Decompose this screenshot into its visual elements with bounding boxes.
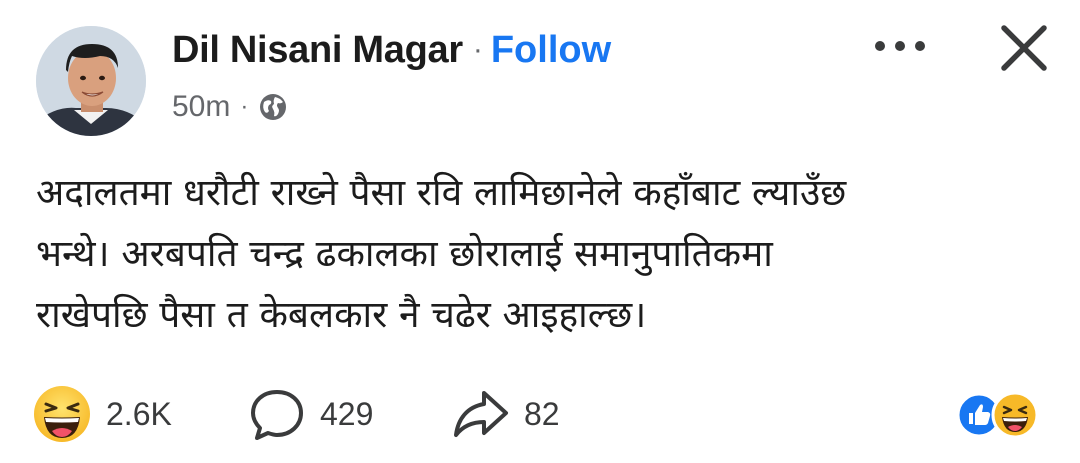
share-count: 82 (524, 395, 560, 432)
author-line: Dil Nisani Magar · Follow (172, 26, 611, 74)
comment-button[interactable]: 429 (248, 382, 373, 446)
engagement-bar: 2.6K 429 82 (0, 382, 1080, 446)
more-horizontal-icon (875, 41, 925, 51)
author-name[interactable]: Dil Nisani Magar (172, 29, 463, 72)
comment-icon (251, 390, 303, 440)
close-button[interactable] (996, 20, 1052, 76)
meta-separator: · (240, 93, 249, 120)
more-options-button[interactable] (868, 26, 932, 66)
post-meta: 50m · (172, 86, 288, 128)
close-icon (1001, 25, 1047, 71)
post-text-line: अदालतमा धरौटी राख्ने पैसा रवि लामिछानेले… (36, 171, 847, 214)
reaction-summary[interactable] (954, 390, 1054, 440)
post-timestamp[interactable]: 50m (172, 90, 230, 124)
haha-emoji-icon (34, 386, 90, 442)
avatar[interactable] (36, 26, 146, 136)
share-button[interactable]: 82 (452, 382, 560, 446)
globe-icon[interactable] (258, 92, 288, 122)
post-text-line: भन्थे। अरबपति चन्द्र ढकालका छोरालाई समान… (36, 232, 773, 275)
post-text-line: राखेपछि पैसा त केबलकार नै चढेर आइहाल्छ। (36, 293, 647, 336)
reaction-count: 2.6K (106, 395, 172, 432)
post-card: Dil Nisani Magar · Follow 50m · अदालतमा … (0, 0, 1080, 463)
haha-reaction-icon (991, 391, 1039, 439)
follow-button[interactable]: Follow (491, 29, 611, 72)
share-icon (454, 391, 508, 437)
separator-dot: · (472, 33, 483, 66)
post-text: अदालतमा धरौटी राख्ने पैसा रवि लामिछानेले… (36, 162, 1046, 345)
reaction-button[interactable]: 2.6K (32, 382, 172, 446)
comment-count: 429 (320, 395, 374, 432)
